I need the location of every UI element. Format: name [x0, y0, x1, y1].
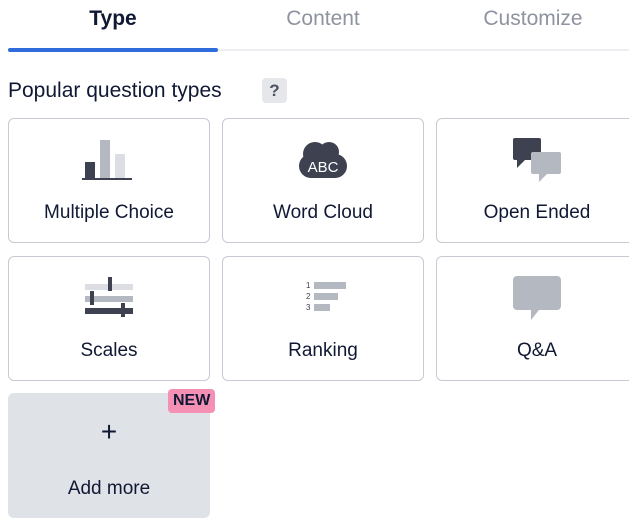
plus-icon: +: [100, 416, 118, 447]
tab-customize[interactable]: Customize: [428, 6, 629, 48]
help-button[interactable]: ?: [262, 78, 287, 103]
card-ranking[interactable]: 1 2 3 Ranking: [222, 256, 424, 381]
rank-number: 2: [306, 292, 311, 301]
speech-bubbles-icon: [513, 138, 561, 182]
card-label: Q&A: [516, 340, 558, 361]
card-multiple-choice[interactable]: Multiple Choice: [8, 118, 210, 243]
active-tab-indicator: [8, 48, 218, 52]
card-scales[interactable]: Scales: [8, 256, 210, 381]
card-label: Ranking: [288, 340, 358, 361]
card-open-ended[interactable]: Open Ended: [436, 118, 629, 243]
new-badge: NEW: [168, 389, 216, 413]
word-cloud-icon: ABC: [299, 142, 347, 178]
rank-number: 1: [306, 281, 311, 290]
tab-bar: Type Content Customize: [0, 0, 629, 52]
bar-chart-icon: [82, 140, 132, 180]
card-label: Word Cloud: [273, 202, 373, 223]
card-qa[interactable]: Q&A: [436, 256, 629, 381]
rank-number: 3: [306, 303, 311, 312]
card-label: Multiple Choice: [44, 202, 174, 223]
word-cloud-icon-text: ABC: [308, 159, 339, 176]
card-label: Scales: [80, 340, 138, 361]
card-label: Open Ended: [483, 202, 591, 223]
ranking-icon: 1 2 3: [306, 281, 346, 312]
section-title: Popular question types: [8, 79, 222, 102]
add-more-label: Add more: [67, 478, 151, 499]
scales-icon: [85, 277, 133, 317]
tab-type[interactable]: Type: [8, 6, 218, 48]
tab-content[interactable]: Content: [218, 6, 428, 48]
card-word-cloud[interactable]: ABC Word Cloud: [222, 118, 424, 243]
qa-bubble-icon: [513, 276, 561, 320]
